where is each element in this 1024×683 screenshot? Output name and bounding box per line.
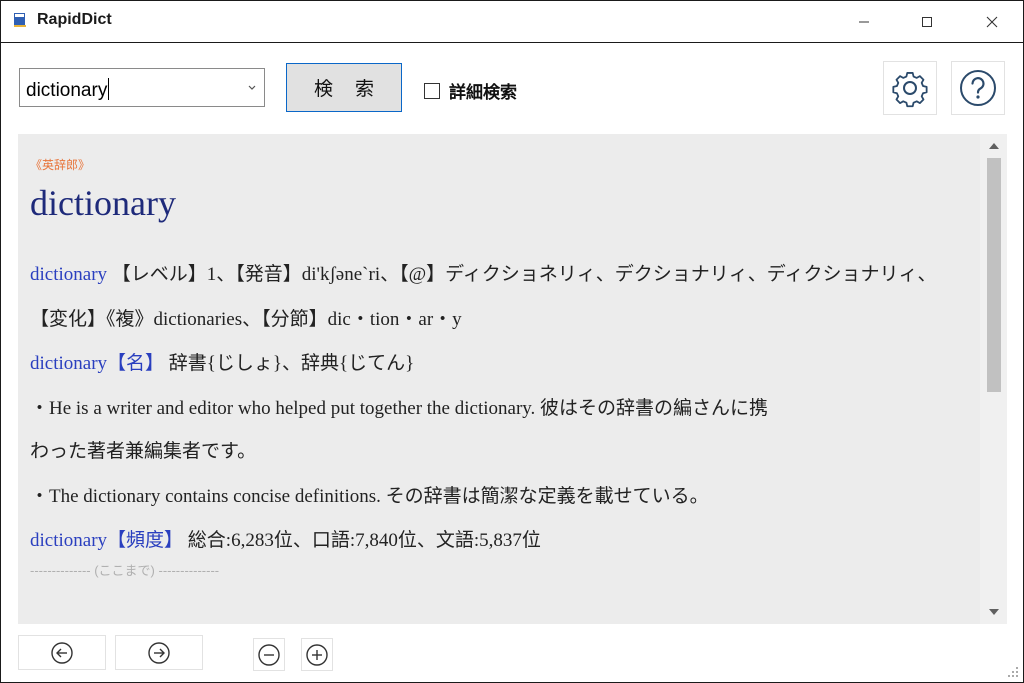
example-line: ・The dictionary contains concise definit… <box>30 481 709 508</box>
arrow-right-circle-icon <box>148 641 170 664</box>
entry-text: 【変化】《複》dictionaries、【分節】dic・tion・ar・y <box>30 309 462 330</box>
app-window: RapidDict dictionary 検 索 詳細検索 《英辞郎》 dict… <box>0 0 1024 683</box>
example-line: わった著者兼編集者です。 <box>30 436 256 463</box>
close-button[interactable] <box>969 1 1015 42</box>
search-button[interactable]: 検 索 <box>286 63 402 112</box>
zoom-in-button[interactable] <box>301 638 333 671</box>
entry-text: 辞書{じしょ}、辞典{じてん} <box>168 353 415 374</box>
gear-icon <box>892 72 928 108</box>
maximize-button[interactable] <box>904 1 950 42</box>
help-button[interactable] <box>951 61 1005 115</box>
question-icon <box>960 70 996 106</box>
vertical-scrollbar[interactable] <box>980 134 1007 624</box>
scroll-down-arrow-icon[interactable] <box>989 609 999 615</box>
entry-text: ・He is a writer and editor who helped pu… <box>30 398 769 419</box>
example-line: ・He is a writer and editor who helped pu… <box>30 393 768 420</box>
close-icon <box>986 16 998 27</box>
dictionary-source: 《英辞郎》 <box>30 158 91 172</box>
title-bar[interactable]: RapidDict <box>1 1 1023 42</box>
frequency-tag: 【頻度】 <box>107 530 184 551</box>
end-marker: -------------- (ここまで) -------------- <box>30 563 220 578</box>
text-caret <box>108 78 110 100</box>
search-combobox[interactable]: dictionary <box>19 68 265 107</box>
maximize-icon <box>922 16 932 27</box>
minimize-button[interactable] <box>841 1 887 42</box>
zoom-out-button[interactable] <box>253 638 285 671</box>
plus-circle-icon <box>306 643 328 666</box>
app-book-icon <box>14 13 26 27</box>
back-button[interactable] <box>18 635 106 670</box>
advanced-search-label: 詳細検索 <box>449 83 517 103</box>
window-title: RapidDict <box>37 11 112 28</box>
entry-text: 【レベル】1、【発音】di'kʃəne`ri、【@】ディクショネリィ、デクショナ… <box>111 264 937 285</box>
entry-text: ・The dictionary contains concise definit… <box>30 486 709 507</box>
entry-line: dictionary【頻度】 総合:6,283位、口語:7,840位、文語:5,… <box>30 525 541 552</box>
advanced-search-checkbox[interactable] <box>424 82 440 99</box>
scroll-thumb[interactable] <box>987 158 1001 392</box>
result-pane[interactable]: 《英辞郎》 dictionary dictionary 【レベル】1、【発音】d… <box>18 134 980 624</box>
scroll-up-arrow-icon[interactable] <box>989 143 999 149</box>
chevron-down-icon[interactable] <box>246 81 258 93</box>
advanced-search-toggle[interactable]: 詳細検索 <box>424 78 517 103</box>
part-of-speech-tag: 【名】 <box>107 353 165 374</box>
entry-word-link[interactable]: dictionary <box>30 530 107 551</box>
forward-button[interactable] <box>115 635 203 670</box>
title-divider <box>1 42 1023 43</box>
search-input-text[interactable]: dictionary <box>26 78 110 102</box>
entry-word-link[interactable]: dictionary <box>30 353 107 374</box>
arrow-left-circle-icon <box>51 641 73 664</box>
settings-button[interactable] <box>883 61 937 115</box>
entry-line: dictionary 【レベル】1、【発音】di'kʃəne`ri、【@】ディク… <box>30 259 936 286</box>
headword: dictionary <box>30 183 176 223</box>
entry-line: 【変化】《複》dictionaries、【分節】dic・tion・ar・y <box>30 304 462 331</box>
entry-word-link[interactable]: dictionary <box>30 264 107 285</box>
minimize-icon <box>859 21 869 22</box>
resize-grip-icon[interactable] <box>1007 666 1019 678</box>
minus-circle-icon <box>258 643 280 666</box>
entry-line: dictionary【名】 辞書{じしょ}、辞典{じてん} <box>30 348 414 375</box>
entry-text: 総合:6,283位、口語:7,840位、文語:5,837位 <box>187 530 541 551</box>
entry-text: わった著者兼編集者です。 <box>30 441 257 462</box>
